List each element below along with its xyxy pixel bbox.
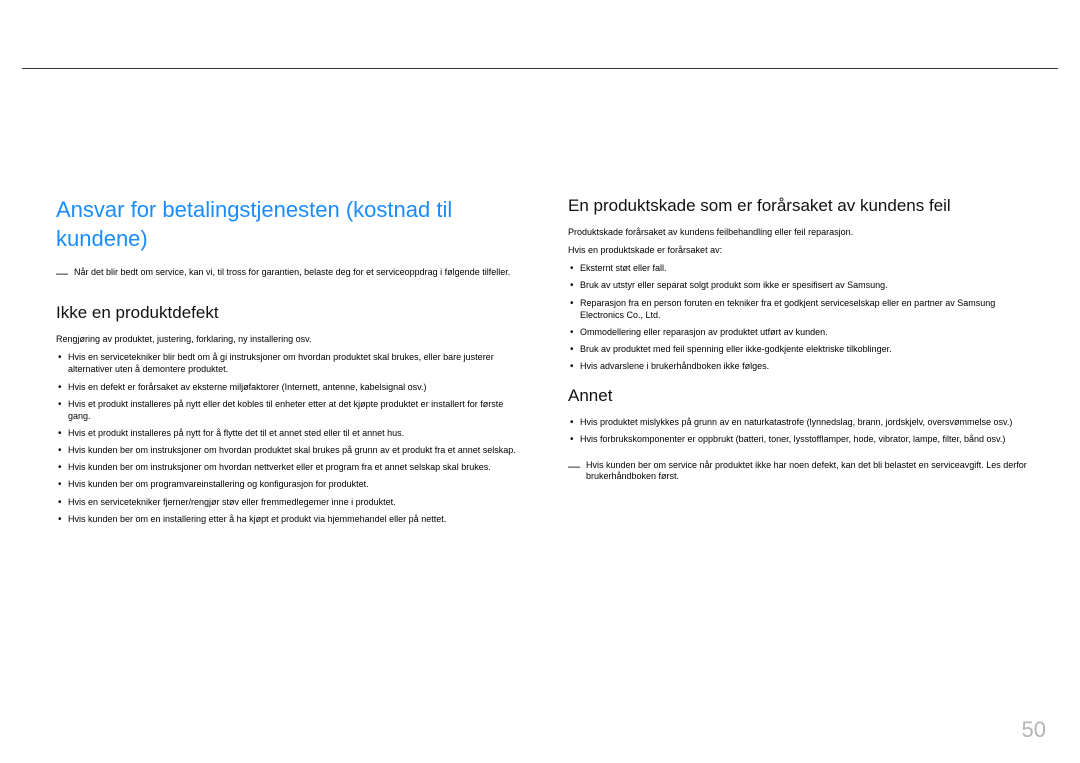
- customer-fault-list: Eksternt støt eller fall. Bruk av utstyr…: [568, 262, 1032, 372]
- list-item: Hvis produktet mislykkes på grunn av en …: [568, 416, 1032, 428]
- dash-icon: ―: [568, 460, 580, 483]
- subheading-customer-fault: En produktskade som er forårsaket av kun…: [568, 196, 1032, 216]
- list-item: Hvis kunden ber om instruksjoner om hvor…: [56, 461, 520, 473]
- note-text-2: Hvis kunden ber om service når produktet…: [586, 460, 1032, 483]
- list-item: Hvis kunden ber om instruksjoner om hvor…: [56, 444, 520, 456]
- page-number: 50: [1022, 717, 1046, 743]
- intro-paragraph: Rengjøring av produktet, justering, fork…: [56, 333, 520, 345]
- not-defect-list: Hvis en servicetekniker blir bedt om å g…: [56, 351, 520, 525]
- subheading-not-defect: Ikke en produktdefekt: [56, 303, 520, 323]
- list-item: Reparasjon fra en person foruten en tekn…: [568, 297, 1032, 321]
- list-item: Bruk av produktet med feil spenning elle…: [568, 343, 1032, 355]
- note-block-2: ― Hvis kunden ber om service når produkt…: [568, 460, 1032, 483]
- list-item: Hvis et produkt installeres på nytt for …: [56, 427, 520, 439]
- list-item: Eksternt støt eller fall.: [568, 262, 1032, 274]
- intro-paragraph-1: Produktskade forårsaket av kundens feilb…: [568, 226, 1032, 238]
- list-item: Hvis advarslene i brukerhåndboken ikke f…: [568, 360, 1032, 372]
- list-item: Hvis forbrukskomponenter er oppbrukt (ba…: [568, 433, 1032, 445]
- document-page: Ansvar for betalingstjenesten (kostnad t…: [0, 0, 1080, 763]
- intro-paragraph-2: Hvis en produktskade er forårsaket av:: [568, 244, 1032, 256]
- dash-icon: ―: [56, 267, 68, 279]
- list-item: Hvis kunden ber om en installering etter…: [56, 513, 520, 525]
- top-rule: [22, 68, 1058, 69]
- subheading-other: Annet: [568, 386, 1032, 406]
- other-list: Hvis produktet mislykkes på grunn av en …: [568, 416, 1032, 445]
- content-columns: Ansvar for betalingstjenesten (kostnad t…: [56, 196, 1032, 723]
- note-block: ― Når det blir bedt om service, kan vi, …: [56, 267, 520, 279]
- right-column: En produktskade som er forårsaket av kun…: [568, 196, 1032, 723]
- list-item: Hvis en defekt er forårsaket av eksterne…: [56, 381, 520, 393]
- list-item: Ommodellering eller reparasjon av produk…: [568, 326, 1032, 338]
- section-title: Ansvar for betalingstjenesten (kostnad t…: [56, 196, 520, 253]
- list-item: Hvis kunden ber om programvareinstalleri…: [56, 478, 520, 490]
- left-column: Ansvar for betalingstjenesten (kostnad t…: [56, 196, 520, 723]
- list-item: Hvis en servicetekniker fjerner/rengjør …: [56, 496, 520, 508]
- list-item: Hvis et produkt installeres på nytt elle…: [56, 398, 520, 422]
- list-item: Bruk av utstyr eller separat solgt produ…: [568, 279, 1032, 291]
- list-item: Hvis en servicetekniker blir bedt om å g…: [56, 351, 520, 375]
- note-text: Når det blir bedt om service, kan vi, ti…: [74, 267, 510, 279]
